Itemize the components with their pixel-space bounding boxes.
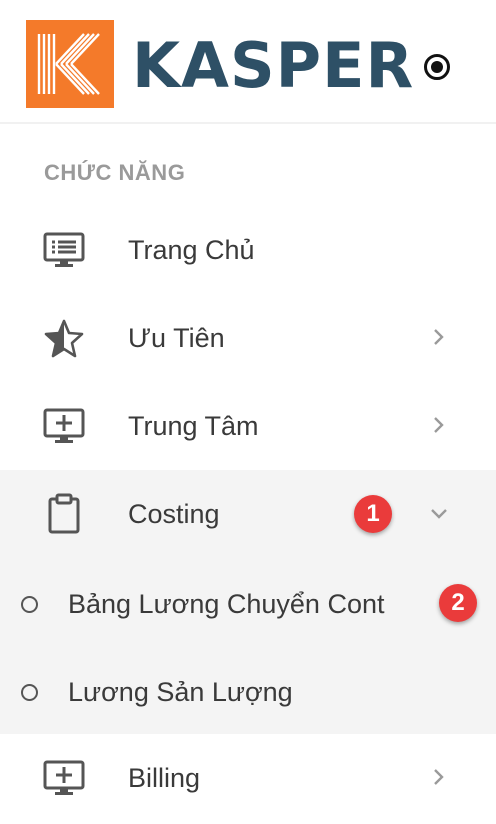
section-title: CHỨC NĂNG xyxy=(44,160,186,185)
submenu-item-luong-san-luong[interactable]: Lương Sản Lượng xyxy=(0,648,496,736)
submenu-item-label: Lương Sản Lượng xyxy=(68,677,293,707)
kasper-logo-icon[interactable] xyxy=(26,20,114,108)
monitor-plus-icon xyxy=(43,760,85,795)
monitor-plus-icon xyxy=(43,408,85,443)
sidebar-toggle-button[interactable] xyxy=(424,54,450,80)
menu-item-label: Trang Chủ xyxy=(128,235,255,265)
submenu-item-label: Bảng Lương Chuyển Cont xyxy=(68,589,385,619)
menu-item-trung-tam[interactable]: Trung Tâm xyxy=(0,382,496,470)
menu-item-label: Trung Tâm xyxy=(128,411,259,441)
menu-item-costing[interactable]: Costing xyxy=(0,470,496,558)
chevron-right-icon xyxy=(434,329,444,345)
submenu-item-bang-luong-chuyen-cont[interactable]: Bảng Lương Chuyển Cont xyxy=(0,560,496,648)
brand-name[interactable]: KASPER xyxy=(132,28,414,104)
annotation-badge-2: 2 xyxy=(439,584,477,622)
star-half-icon xyxy=(44,319,84,358)
costing-submenu: Bảng Lương Chuyển Cont Lương Sản Lượng xyxy=(0,558,496,734)
chevron-down-icon xyxy=(431,509,447,519)
circle-bullet-icon xyxy=(21,684,38,701)
monitor-list-icon xyxy=(43,232,85,267)
sidebar-header: KASPER xyxy=(0,0,496,124)
menu-item-label: Costing xyxy=(128,499,220,529)
annotation-badge-1: 1 xyxy=(354,495,392,533)
menu-item-uu-tien[interactable]: Ưu Tiên xyxy=(0,294,496,382)
menu-item-label: Billing xyxy=(128,763,201,793)
clipboard-icon xyxy=(48,493,80,534)
menu-item-label: Ưu Tiên xyxy=(128,323,225,353)
chevron-right-icon xyxy=(434,417,444,433)
chevron-right-icon xyxy=(434,769,444,785)
menu-item-trang-chu[interactable]: Trang Chủ xyxy=(0,206,496,294)
menu-item-billing[interactable]: Billing xyxy=(0,734,496,822)
circle-bullet-icon xyxy=(21,596,38,613)
